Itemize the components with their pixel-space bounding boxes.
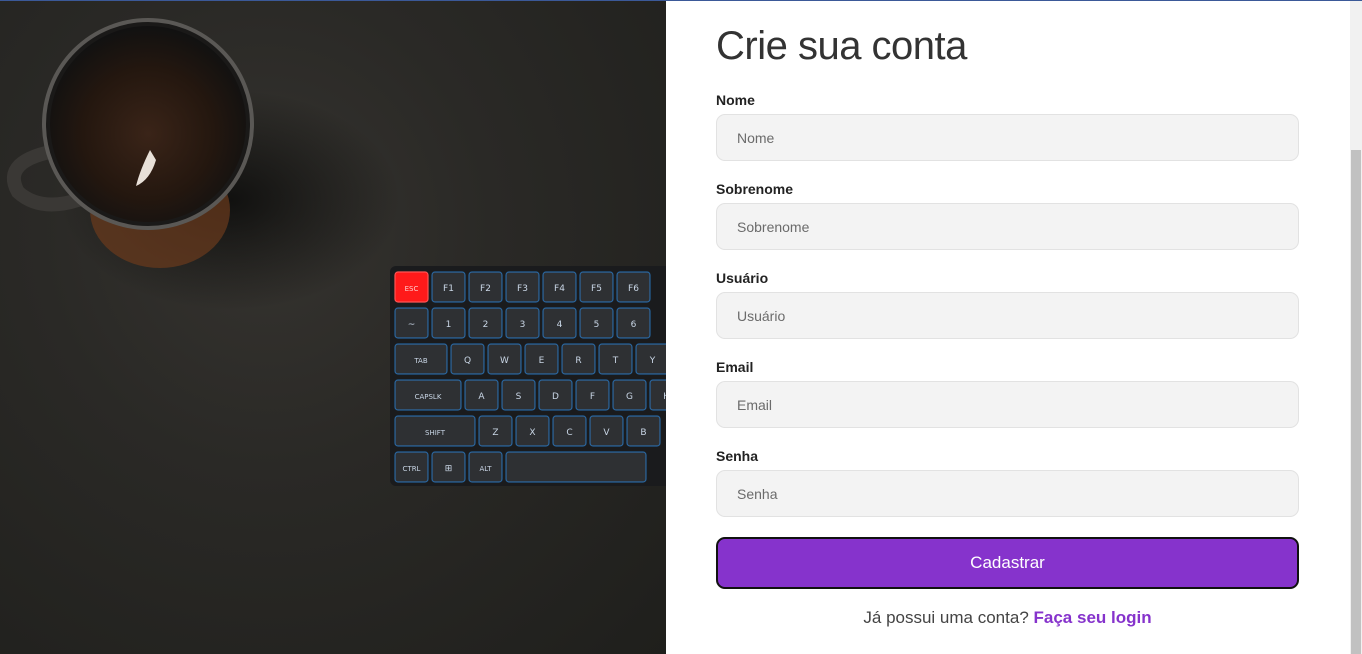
coffee: [50, 26, 246, 222]
keyboard-key-label: E: [539, 356, 545, 366]
keyboard-key-label: CTRL: [403, 465, 421, 473]
keyboard-key-label: Z: [492, 428, 498, 438]
senha-input[interactable]: [716, 470, 1299, 517]
keyboard-key-label: F5: [591, 284, 602, 294]
keyboard-key-label: G: [626, 392, 633, 402]
login-link[interactable]: Faça seu login: [1034, 608, 1152, 627]
keyboard-key-label: 5: [594, 320, 600, 330]
login-prompt-line: Já possui uma conta? Faça seu login: [716, 608, 1299, 628]
keyboard-key-label: 6: [631, 320, 637, 330]
keyboard-key: [505, 451, 647, 483]
nome-input[interactable]: [716, 114, 1299, 161]
senha-label: Senha: [716, 448, 759, 464]
email-input[interactable]: [716, 381, 1299, 428]
keyboard-key-label: C: [566, 428, 572, 438]
keyboard-key-label: B: [640, 428, 646, 438]
email-label: Email: [716, 359, 754, 375]
keyboard-key-label: X: [529, 428, 535, 438]
keyboard-key-label: V: [603, 428, 610, 438]
keyboard-key-label: SHIFT: [425, 429, 446, 437]
keyboard-key-label: Q: [464, 356, 471, 366]
keyboard-key-label: ⊞: [445, 464, 453, 474]
hero-photo: ESC F1 F2 F3 F4 F5 F6 ~1 2 3 4 5 6 TAB Q W E R T Y CAPSLK A S D…: [0, 0, 666, 654]
keyboard-key-label: F1: [443, 284, 454, 294]
keyboard-key-label: S: [516, 392, 522, 402]
signup-panel: Crie sua conta Nome Sobrenome Usuário Em…: [666, 0, 1350, 654]
keyboard-key-label: ALT: [479, 465, 492, 473]
window-top-border: [0, 0, 1362, 1]
sobrenome-label: Sobrenome: [716, 181, 794, 197]
keyboard-key-label: R: [575, 356, 581, 366]
keyboard-key-label: W: [500, 356, 509, 366]
keyboard-key-label: F4: [554, 284, 565, 294]
sobrenome-input[interactable]: [716, 203, 1299, 250]
keyboard-key-label: TAB: [413, 357, 428, 365]
keyboard-key-label: T: [612, 356, 619, 366]
keyboard-key-label: 1: [446, 320, 452, 330]
keyboard-key-label: F6: [628, 284, 639, 294]
nome-label: Nome: [716, 92, 755, 108]
keyboard-key-label: 4: [557, 320, 563, 330]
keyboard-key-label: Y: [649, 356, 656, 366]
keyboard-key-label: ESC: [405, 285, 419, 293]
keyboard-key-label: D: [552, 392, 559, 402]
usuario-label: Usuário: [716, 270, 769, 286]
desk-illustration: ESC F1 F2 F3 F4 F5 F6 ~ 1 2 3 4 5 6 TAB Q W E R T Y CAPSLK A S D…: [6, 18, 666, 486]
page-title: Crie sua conta: [716, 24, 967, 68]
keyboard-key-label: ~: [408, 320, 416, 330]
vertical-scrollbar-thumb[interactable]: [1351, 150, 1361, 654]
keyboard-key-label: F3: [517, 284, 528, 294]
keyboard-key-label: F2: [480, 284, 491, 294]
keyboard-key-label: F: [590, 392, 595, 402]
keyboard-key-label: 3: [520, 320, 526, 330]
keyboard-key-label: 2: [483, 320, 489, 330]
keyboard-key-label: A: [478, 392, 485, 402]
keyboard-key-label: CAPSLK: [415, 393, 442, 401]
usuario-input[interactable]: [716, 292, 1299, 339]
login-prompt-text: Já possui uma conta?: [863, 608, 1029, 627]
cadastrar-button[interactable]: Cadastrar: [716, 537, 1299, 589]
